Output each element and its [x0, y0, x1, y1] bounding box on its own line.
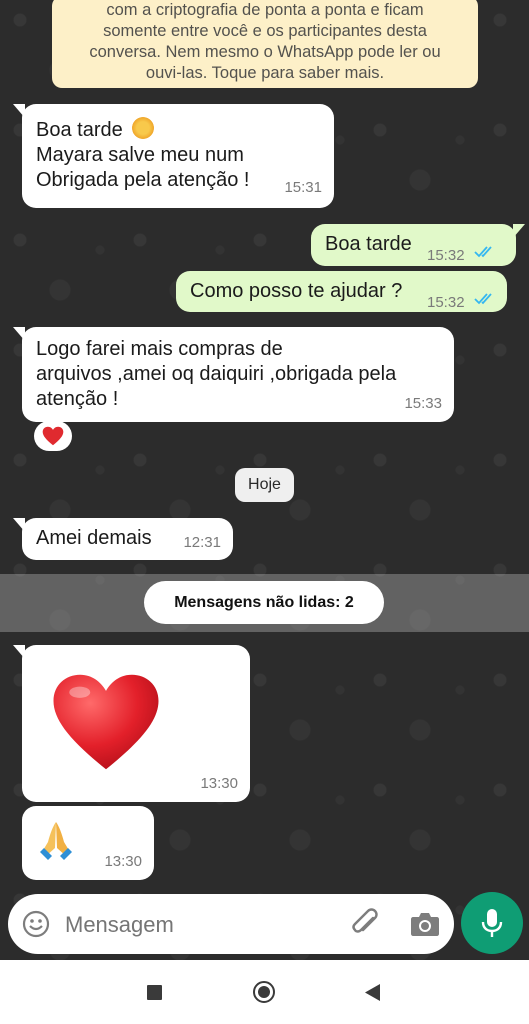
- encryption-notice-line: ouvi-las. Toque para saber mais.: [145, 64, 385, 82]
- camera-icon[interactable]: [409, 910, 441, 938]
- message-time: 13:30: [200, 775, 238, 792]
- encryption-notice-line: somente entre você e os participantes de…: [103, 22, 427, 40]
- double-check-icon: [474, 246, 492, 258]
- heart-emoji-icon: [53, 674, 159, 770]
- outgoing-message[interactable]: Como posso te ajudar ? 15:32: [176, 271, 507, 312]
- incoming-message[interactable]: Amei demais 12:31: [13, 518, 233, 560]
- nav-recents-icon[interactable]: [147, 985, 162, 1000]
- incoming-message[interactable]: Boa tarde Mayara salve meu num Obrigada …: [13, 104, 334, 208]
- message-time: 15:31: [284, 179, 322, 196]
- nav-back-icon[interactable]: [364, 983, 381, 1002]
- emoji-icon[interactable]: [22, 910, 50, 938]
- message-input[interactable]: [63, 906, 337, 944]
- message-text: Como posso te ajudar ?: [190, 280, 403, 302]
- message-time: 15:32: [427, 247, 465, 264]
- attach-icon[interactable]: [351, 908, 381, 940]
- message-time: 12:31: [183, 534, 221, 551]
- message-text: Obrigada pela atenção !: [36, 169, 250, 191]
- message-text: Boa tarde: [36, 119, 123, 141]
- message-text: atenção !: [36, 388, 119, 410]
- message-text: arquivos ,amei oq daiquiri ,obrigada pel…: [36, 363, 397, 385]
- mic-icon: [481, 909, 503, 937]
- sun-emoji-icon: [132, 117, 155, 139]
- nav-home-icon[interactable]: [253, 981, 275, 1003]
- message-line: Boa tarde: [36, 117, 320, 143]
- message-text: Amei demais: [36, 527, 152, 549]
- incoming-message[interactable]: 13:30: [22, 806, 154, 880]
- encryption-notice-line: conversa. Nem mesmo o WhatsApp pode ler …: [89, 43, 441, 61]
- incoming-message[interactable]: 13:30: [13, 645, 250, 802]
- double-check-icon: [474, 293, 492, 305]
- system-nav-bar: [0, 960, 529, 1024]
- message-text: Boa tarde: [325, 233, 412, 255]
- outgoing-message[interactable]: Boa tarde 15:32: [311, 224, 525, 266]
- date-chip: Hoje: [235, 468, 294, 502]
- reaction-badge[interactable]: [34, 421, 72, 451]
- message-time: 15:33: [404, 395, 442, 412]
- message-text: Logo farei mais compras de: [36, 338, 283, 360]
- message-composer[interactable]: [8, 894, 454, 954]
- message-time: 15:32: [427, 294, 465, 311]
- praying-hands-emoji-icon: [40, 822, 72, 860]
- message-time: 13:30: [104, 853, 142, 870]
- message-text: Mayara salve meu num: [36, 144, 244, 166]
- chat-area[interactable]: com a criptografia de ponta a ponta e fi…: [0, 0, 529, 960]
- unread-count-label: Mensagens não lidas: 2: [144, 581, 384, 624]
- mic-button[interactable]: [461, 892, 523, 954]
- encryption-notice[interactable]: com a criptografia de ponta a ponta e fi…: [52, 0, 478, 88]
- encryption-notice-line: com a criptografia de ponta a ponta e fi…: [106, 1, 424, 19]
- heart-reaction-icon: [42, 426, 64, 446]
- incoming-message[interactable]: Logo farei mais compras de arquivos ,ame…: [13, 327, 454, 422]
